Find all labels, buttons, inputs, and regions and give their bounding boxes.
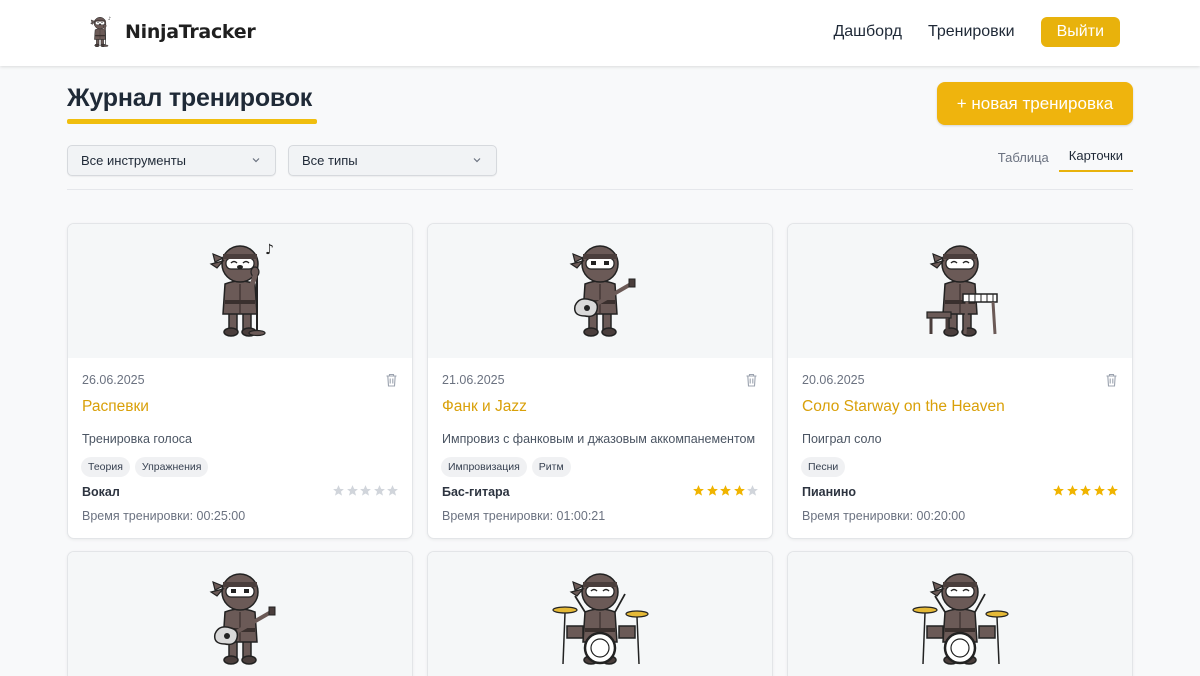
tag: Песни xyxy=(801,457,846,477)
rating-stars xyxy=(1052,484,1120,497)
card-time: Время тренировки: 00:25:00 xyxy=(82,509,246,523)
card-date: 21.06.2025 xyxy=(442,373,505,387)
instrument-filter-value: Все инструменты xyxy=(81,153,186,168)
star-empty-icon[interactable] xyxy=(346,484,359,497)
star-filled-icon[interactable] xyxy=(1093,484,1106,497)
ninja-bass-icon xyxy=(545,236,655,346)
page-title-block: Журнал тренировок xyxy=(67,84,317,124)
star-filled-icon[interactable] xyxy=(719,484,732,497)
ninja-logo-icon xyxy=(82,14,118,50)
card-time: Время тренировки: 00:20:00 xyxy=(802,509,966,523)
card-date: 26.06.2025 xyxy=(82,373,145,387)
card-instrument: Бас-гитара xyxy=(442,485,510,499)
trash-icon[interactable] xyxy=(1105,373,1118,387)
training-card[interactable] xyxy=(67,551,413,676)
star-filled-icon[interactable] xyxy=(706,484,719,497)
tag: Теория xyxy=(81,457,130,477)
training-card[interactable]: 26.06.2025 Распевки Тренировка голоса Те… xyxy=(67,223,413,539)
card-tags: Импровизация Ритм xyxy=(441,457,576,477)
rating-stars xyxy=(332,484,400,497)
card-time: Время тренировки: 01:00:21 xyxy=(442,509,606,523)
instrument-filter-select[interactable]: Все инструменты xyxy=(67,145,276,176)
card-title[interactable]: Фанк и Jazz xyxy=(442,398,527,416)
ninja-singer-icon xyxy=(185,236,295,346)
nav-dashboard[interactable]: Дашборд xyxy=(833,23,902,41)
card-description: Поиграл соло xyxy=(802,432,882,446)
tab-table[interactable]: Таблица xyxy=(988,150,1059,172)
ninja-piano-icon xyxy=(905,236,1015,346)
card-image xyxy=(788,224,1132,358)
type-filter-value: Все типы xyxy=(302,153,358,168)
ninja-drums-icon xyxy=(905,564,1015,674)
chevron-down-icon xyxy=(473,158,481,163)
tab-cards[interactable]: Карточки xyxy=(1058,148,1133,172)
app-name: NinjaTracker xyxy=(125,21,256,43)
card-tags: Теория Упражнения xyxy=(81,457,213,477)
star-filled-icon[interactable] xyxy=(1079,484,1092,497)
trash-icon[interactable] xyxy=(745,373,758,387)
training-card[interactable] xyxy=(787,551,1133,676)
star-empty-icon[interactable] xyxy=(746,484,759,497)
card-image xyxy=(788,552,1132,676)
training-card[interactable] xyxy=(427,551,773,676)
tag: Ритм xyxy=(531,457,571,477)
nav-trainings[interactable]: Тренировки xyxy=(928,23,1015,41)
training-card[interactable]: 20.06.2025 Соло Starway on the Heaven По… xyxy=(787,223,1133,539)
card-image xyxy=(428,552,772,676)
chevron-down-icon xyxy=(252,158,260,163)
main-nav: Дашборд Тренировки Выйти xyxy=(833,17,1120,47)
card-instrument: Пианино xyxy=(802,485,857,499)
view-toggle: Таблица Карточки xyxy=(988,148,1133,172)
star-empty-icon[interactable] xyxy=(332,484,345,497)
ninja-drums-icon xyxy=(545,564,655,674)
tag: Упражнения xyxy=(134,457,209,477)
star-filled-icon[interactable] xyxy=(1106,484,1119,497)
card-image xyxy=(68,552,412,676)
card-instrument: Вокал xyxy=(82,485,120,499)
logo[interactable]: NinjaTracker xyxy=(82,14,256,50)
trash-icon[interactable] xyxy=(385,373,398,387)
card-title[interactable]: Распевки xyxy=(82,398,149,416)
page-title: Журнал тренировок xyxy=(67,84,313,112)
new-training-button[interactable]: + новая тренировка xyxy=(937,82,1133,125)
star-empty-icon[interactable] xyxy=(373,484,386,497)
star-filled-icon[interactable] xyxy=(692,484,705,497)
top-header: NinjaTracker Дашборд Тренировки Выйти xyxy=(0,0,1200,66)
card-description: Импровиз с фанковым и джазовым аккомпане… xyxy=(442,432,756,446)
card-description: Тренировка голоса xyxy=(82,432,192,446)
card-title[interactable]: Соло Starway on the Heaven xyxy=(802,398,1005,416)
star-empty-icon[interactable] xyxy=(386,484,399,497)
card-image xyxy=(428,224,772,358)
logout-button[interactable]: Выйти xyxy=(1040,17,1120,47)
star-filled-icon[interactable] xyxy=(1066,484,1079,497)
card-image xyxy=(68,224,412,358)
card-date: 20.06.2025 xyxy=(802,373,865,387)
divider xyxy=(67,189,1133,190)
ninja-bass-icon xyxy=(185,564,295,674)
star-empty-icon[interactable] xyxy=(359,484,372,497)
rating-stars xyxy=(692,484,760,497)
title-underline xyxy=(67,119,317,124)
star-filled-icon[interactable] xyxy=(733,484,746,497)
tag: Импровизация xyxy=(441,457,527,477)
star-filled-icon[interactable] xyxy=(1052,484,1065,497)
training-card[interactable]: 21.06.2025 Фанк и Jazz Импровиз с фанков… xyxy=(427,223,773,539)
card-tags: Песни xyxy=(801,457,850,477)
type-filter-select[interactable]: Все типы xyxy=(288,145,497,176)
